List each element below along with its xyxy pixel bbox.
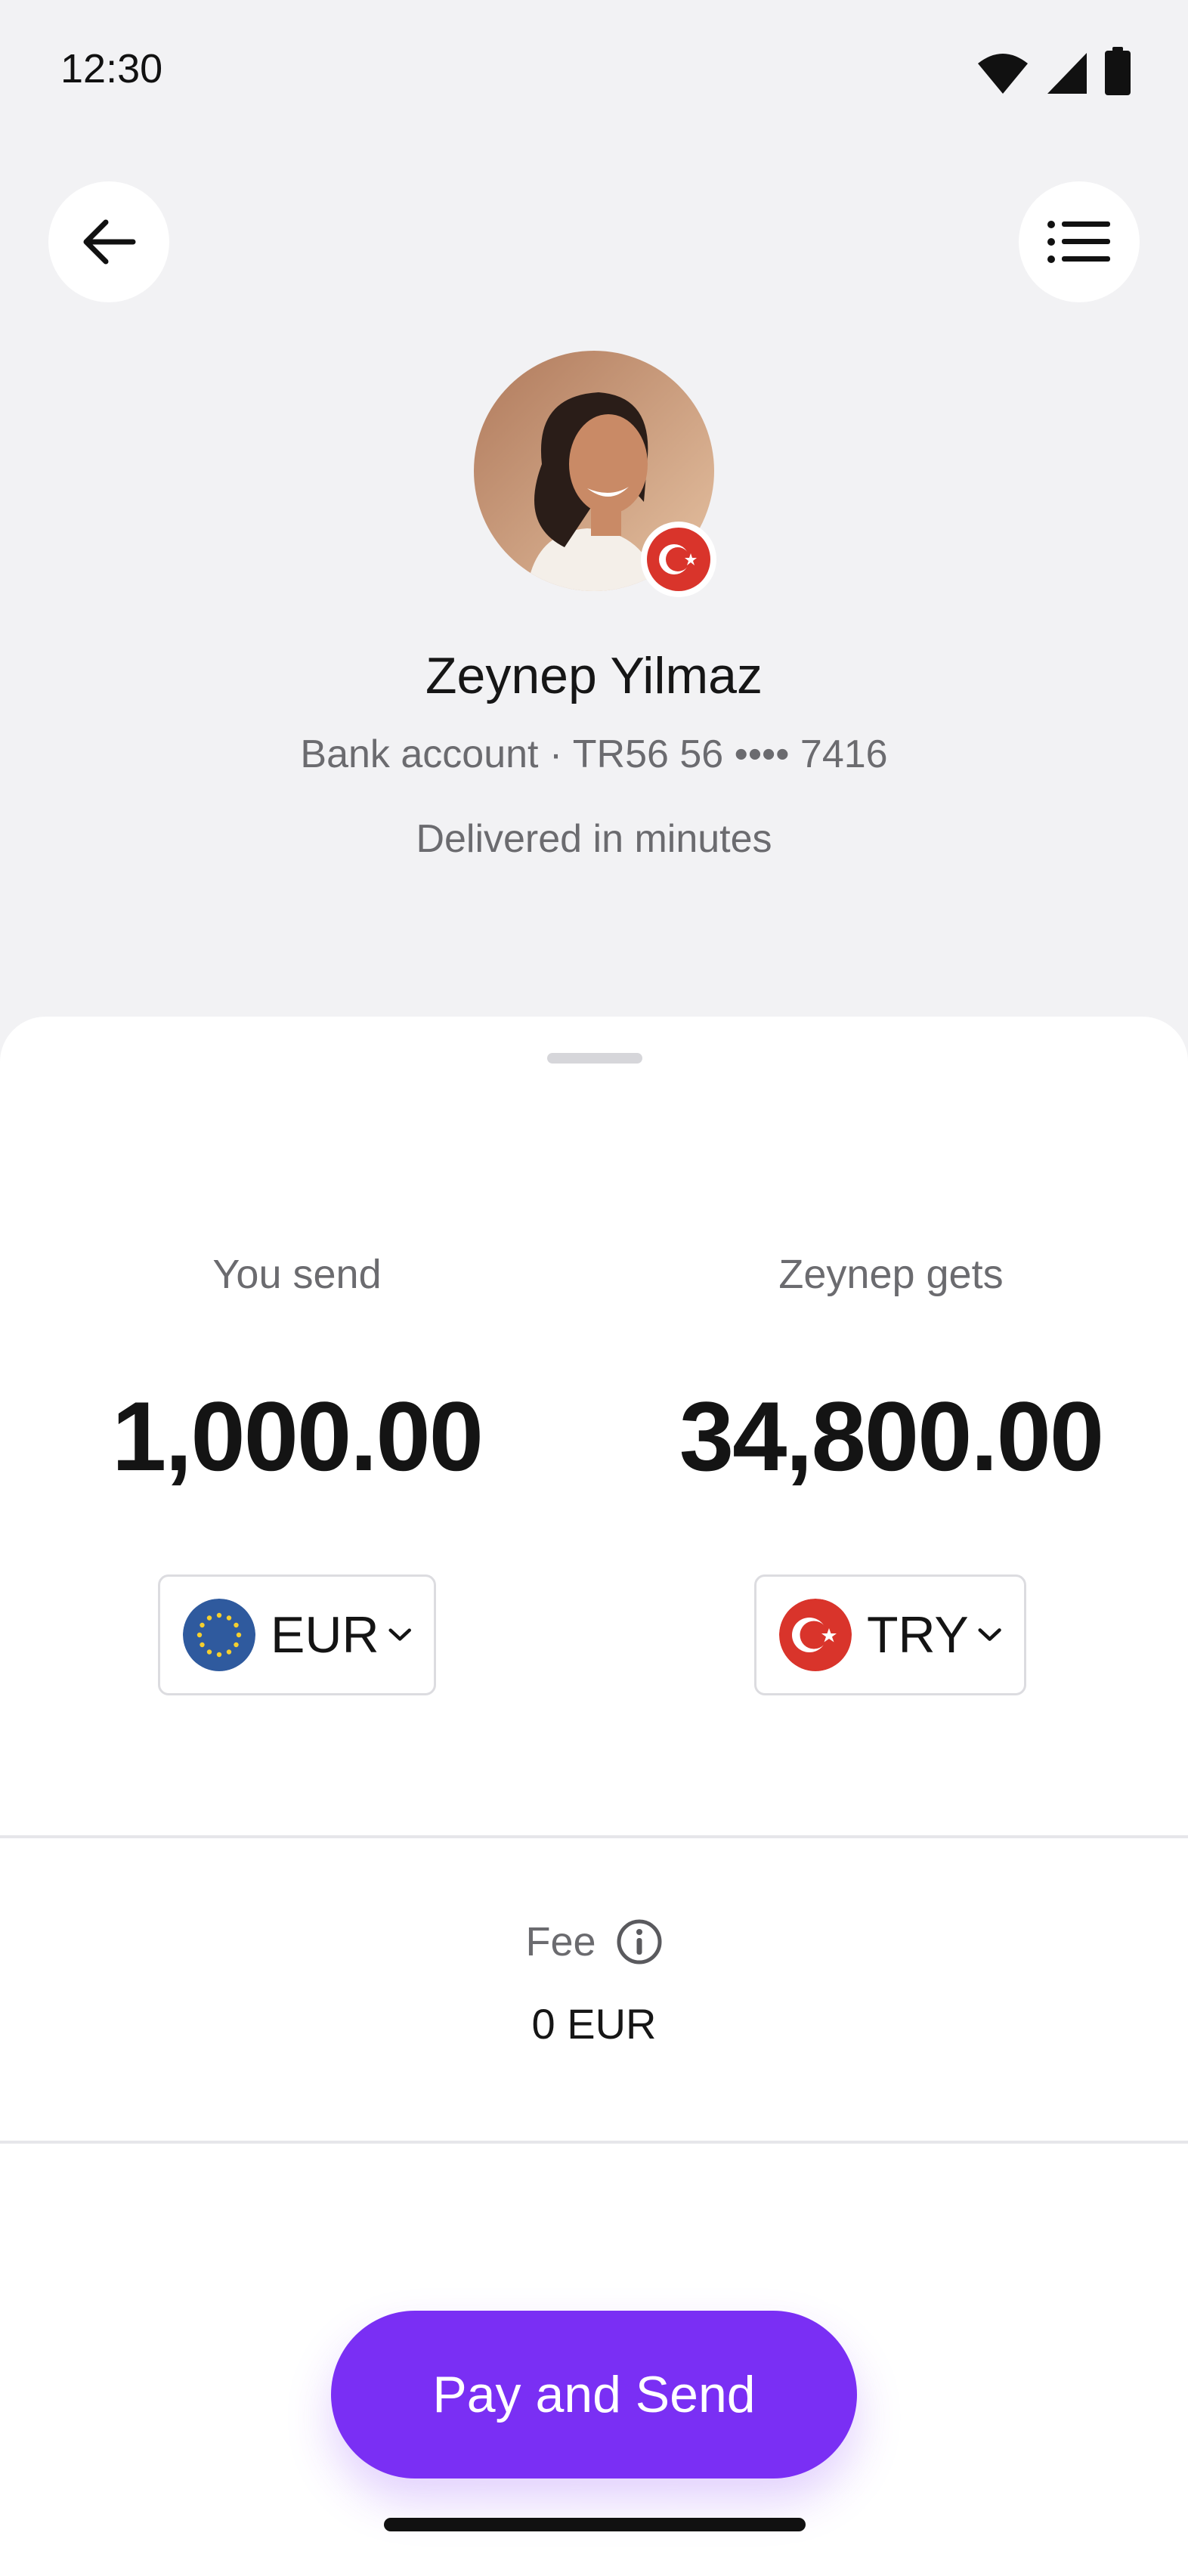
wifi-icon bbox=[978, 54, 1028, 94]
receive-currency-select[interactable]: TRY bbox=[754, 1574, 1026, 1695]
back-button[interactable] bbox=[48, 181, 169, 302]
fee-value: 0 EUR bbox=[531, 2000, 657, 2048]
fee-row: Fee bbox=[0, 1918, 1188, 1965]
receive-amount-input[interactable]: 34,800.00 bbox=[594, 1379, 1188, 1493]
status-bar: 12:30 bbox=[0, 0, 1188, 144]
recipient-flag-badge bbox=[641, 522, 716, 597]
pay-and-send-button[interactable]: Pay and Send bbox=[331, 2311, 857, 2478]
receive-label: Zeynep gets bbox=[778, 1252, 1004, 1297]
send-label: You send bbox=[212, 1252, 382, 1297]
menu-button[interactable] bbox=[1019, 181, 1140, 302]
send-currency-select[interactable]: EUR bbox=[158, 1574, 436, 1695]
chevron-down-icon bbox=[388, 1628, 411, 1641]
receive-currency-code: TRY bbox=[867, 1606, 969, 1664]
divider bbox=[0, 1835, 1188, 1838]
chevron-down-icon bbox=[978, 1628, 1001, 1641]
recipient-account: Bank account · TR56 56 •••• 7416 bbox=[300, 732, 888, 776]
list-icon bbox=[1047, 221, 1110, 263]
arrow-left-icon bbox=[83, 219, 136, 265]
send-currency-code: EUR bbox=[271, 1606, 379, 1664]
turkey-flag-icon bbox=[647, 528, 710, 591]
signal-icon bbox=[1047, 53, 1087, 94]
status-icons bbox=[976, 47, 1131, 95]
delivery-time: Delivered in minutes bbox=[416, 817, 772, 861]
transfer-sheet: You send Zeynep gets 1,000.00 34,800.00 … bbox=[0, 1017, 1188, 2576]
send-amount-input[interactable]: 1,000.00 bbox=[0, 1379, 594, 1493]
info-icon[interactable] bbox=[616, 1918, 663, 1965]
divider bbox=[0, 2141, 1188, 2144]
recipient-name: Zeynep Yilmaz bbox=[425, 647, 763, 704]
turkey-flag-icon bbox=[779, 1599, 852, 1671]
status-time: 12:30 bbox=[60, 46, 163, 91]
home-indicator bbox=[384, 2518, 806, 2531]
sheet-handle[interactable] bbox=[547, 1053, 642, 1064]
fee-label: Fee bbox=[525, 1919, 596, 1965]
eu-flag-icon bbox=[183, 1599, 255, 1671]
battery-icon bbox=[1105, 47, 1131, 95]
